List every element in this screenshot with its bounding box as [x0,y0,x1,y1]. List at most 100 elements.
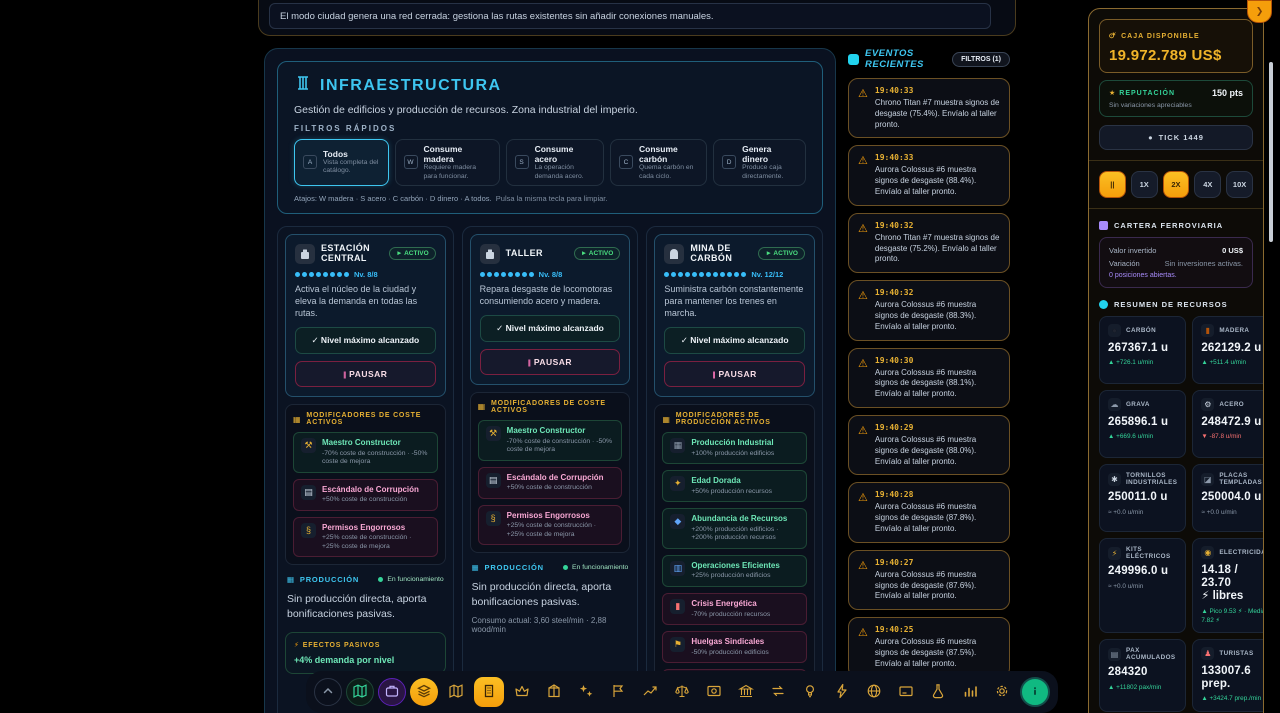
filter-chip[interactable]: W Consume madera Requiere madera para fu… [395,139,500,186]
scales-icon [674,683,690,702]
event-card[interactable]: ⚠ 19:40:32 Chrono Titan #7 muestra signo… [848,213,1010,273]
bank-button[interactable] [732,678,760,706]
package-button[interactable] [540,678,568,706]
filter-chip[interactable]: D Genera dinero Produce caja directament… [713,139,806,186]
hammer-icon: ⚒ [486,426,501,441]
filter-label: Consume madera [424,144,491,164]
speed-button[interactable]: 2X [1163,171,1190,198]
modifier-item: ⚒ Maestro Constructor -70% coste de cons… [293,432,438,473]
building-card-estacion-central: ESTACIÓN CENTRAL ► ACTIVO Nv. 8/8 Activa… [277,226,454,713]
warning-icon: ⚠ [858,291,868,332]
map-outline-button[interactable] [442,678,470,706]
max-level-button[interactable]: ✓ Nivel máximo alcanzado [664,327,805,354]
chart-button[interactable] [956,678,984,706]
card-button[interactable] [892,678,920,706]
gear-button[interactable] [988,678,1016,706]
trend-icon [642,683,658,702]
layers-button[interactable] [410,678,438,706]
resource-name: ELECTRICIDAD [1219,549,1264,556]
speed-button[interactable]: || [1099,171,1126,198]
resource-value: 133007.6 prep. [1201,665,1264,691]
production-title: PRODUCCIÓN [300,575,359,584]
cost-modifiers-section: ▦MODIFICADORES DE COSTE ACTIVOS ⚒ Maestr… [285,404,446,565]
filter-chip[interactable]: C Consume carbón Quema carbón en cada ci… [610,139,707,186]
event-card[interactable]: ⚠ 19:40:30 Aurora Colossus #6 muestra si… [848,348,1010,408]
dot-icon: ● [1148,133,1154,142]
passive-effects-box: ⚡EFECTOS PASIVOS +4% demanda por nivel [285,632,446,674]
event-card[interactable]: ⚠ 19:40:27 Aurora Colossus #6 muestra si… [848,550,1010,610]
speed-button[interactable]: 10X [1226,171,1253,198]
page-title: INFRAESTRUCTURA [320,77,502,95]
resource-value: 250011.0 u [1108,491,1177,504]
event-card[interactable]: ⚠ 19:40:29 Aurora Colossus #6 muestra si… [848,415,1010,475]
swap-button[interactable] [764,678,792,706]
infrastructure-button-active[interactable] [474,677,504,707]
shortcut-key-badge: C [619,155,633,169]
flask-button[interactable] [924,678,952,706]
cost-modifiers-section: ▦MODIFICADORES DE COSTE ACTIVOS ⚒ Maestr… [470,392,631,553]
modifier-item: ◆ Abundancia de Recursos +200% producció… [662,508,807,549]
trend-button[interactable] [636,678,664,706]
tick-button[interactable]: ●TICK 1449 [1099,125,1253,150]
bolt-button[interactable] [828,678,856,706]
collapse-sidebar-button[interactable]: ❯ [1247,0,1272,23]
crown-button[interactable] [508,678,536,706]
speed-button[interactable]: 1X [1131,171,1158,198]
event-time: 19:40:29 [875,423,1000,432]
filter-label: Consume acero [535,144,595,164]
event-text: Chrono Titan #7 muestra signos de desgas… [875,98,1000,130]
speed-button[interactable]: 4X [1194,171,1221,198]
scrollbar-thumb[interactable] [1269,62,1273,242]
resource-rate: +0.0 u/min [1201,509,1264,517]
pause-button[interactable]: ||PAUSAR [295,361,436,387]
pause-button[interactable]: ||PAUSAR [480,349,621,375]
pause-button[interactable]: ||PAUSAR [664,361,805,387]
resource-name: ACERO [1219,401,1244,408]
briefcase-button[interactable] [378,678,406,706]
modifier-name: Edad Dorada [691,476,772,486]
chevron-up-button[interactable] [314,678,342,706]
building-description: Activa el núcleo de la ciudad y eleva la… [295,283,436,319]
modifier-effect: -70% coste de construcción · -50% coste … [507,438,615,455]
passive-effects-title: EFECTOS PASIVOS [303,642,380,649]
globe-button[interactable] [860,678,888,706]
warning-icon: ⚠ [858,628,868,669]
map-button[interactable] [346,678,374,706]
resource-value: 267367.1 u [1108,342,1177,355]
event-card[interactable]: ⚠ 19:40:28 Aurora Colossus #6 muestra si… [848,482,1010,542]
sparkles-button[interactable] [572,678,600,706]
modifier-name: Escándalo de Corrupción [322,485,419,495]
wallet-icon [1099,221,1108,230]
resource-rate: +669.6 u/min [1108,433,1177,441]
level-label: Nv. 12/12 [751,270,783,279]
filter-chip[interactable]: A Todos Vista completa del catálogo. [294,139,389,186]
passive-effect-value: +4% demanda por nivel [294,655,437,665]
event-card[interactable]: ⚠ 19:40:33 Aurora Colossus #6 muestra si… [848,145,1010,205]
max-level-button[interactable]: ✓ Nivel máximo alcanzado [295,327,436,354]
production-icon: ▦ [472,563,480,572]
reputation-subtext: Sin variaciones apreciables [1109,102,1243,109]
resource-name: PAX ACUMULADOS [1126,647,1177,661]
city-mode-message: El modo ciudad genera una red cerrada: g… [280,11,714,22]
events-filter-button[interactable]: FILTROS (1) [952,52,1010,67]
tv-money-button[interactable] [700,678,728,706]
filter-chip[interactable]: S Consume acero La operación demanda ace… [506,139,604,186]
modifier-item: ▥ Operaciones Eficientes +25% producción… [662,555,807,587]
coal-icon: ● [1108,324,1121,337]
resources-icon [1099,300,1108,309]
bulb-button[interactable] [796,678,824,706]
resource-card: ⚡ KITS ELÉCTRICOS 249996.0 u +0.0 u/min [1099,538,1186,633]
info-button[interactable] [1020,677,1050,707]
city-mode-banner: El modo ciudad genera una red cerrada: g… [258,0,1016,36]
event-card[interactable]: ⚠ 19:40:32 Aurora Colossus #6 muestra si… [848,280,1010,340]
level-label: Nv. 8/8 [354,270,378,279]
event-time: 19:40:32 [875,221,1000,230]
max-level-button[interactable]: ✓ Nivel máximo alcanzado [480,315,621,342]
flag-button[interactable] [604,678,632,706]
scales-button[interactable] [668,678,696,706]
building-header: TALLER ► ACTIVO Nv. 8/8 Repara desgaste … [470,234,631,385]
warning-icon: ⚠ [858,561,868,602]
event-card[interactable]: ⚠ 19:40:25 Aurora Colossus #6 muestra si… [848,617,1010,677]
flask-icon [930,683,946,702]
event-card[interactable]: ⚠ 19:40:33 Chrono Titan #7 muestra signo… [848,78,1010,138]
